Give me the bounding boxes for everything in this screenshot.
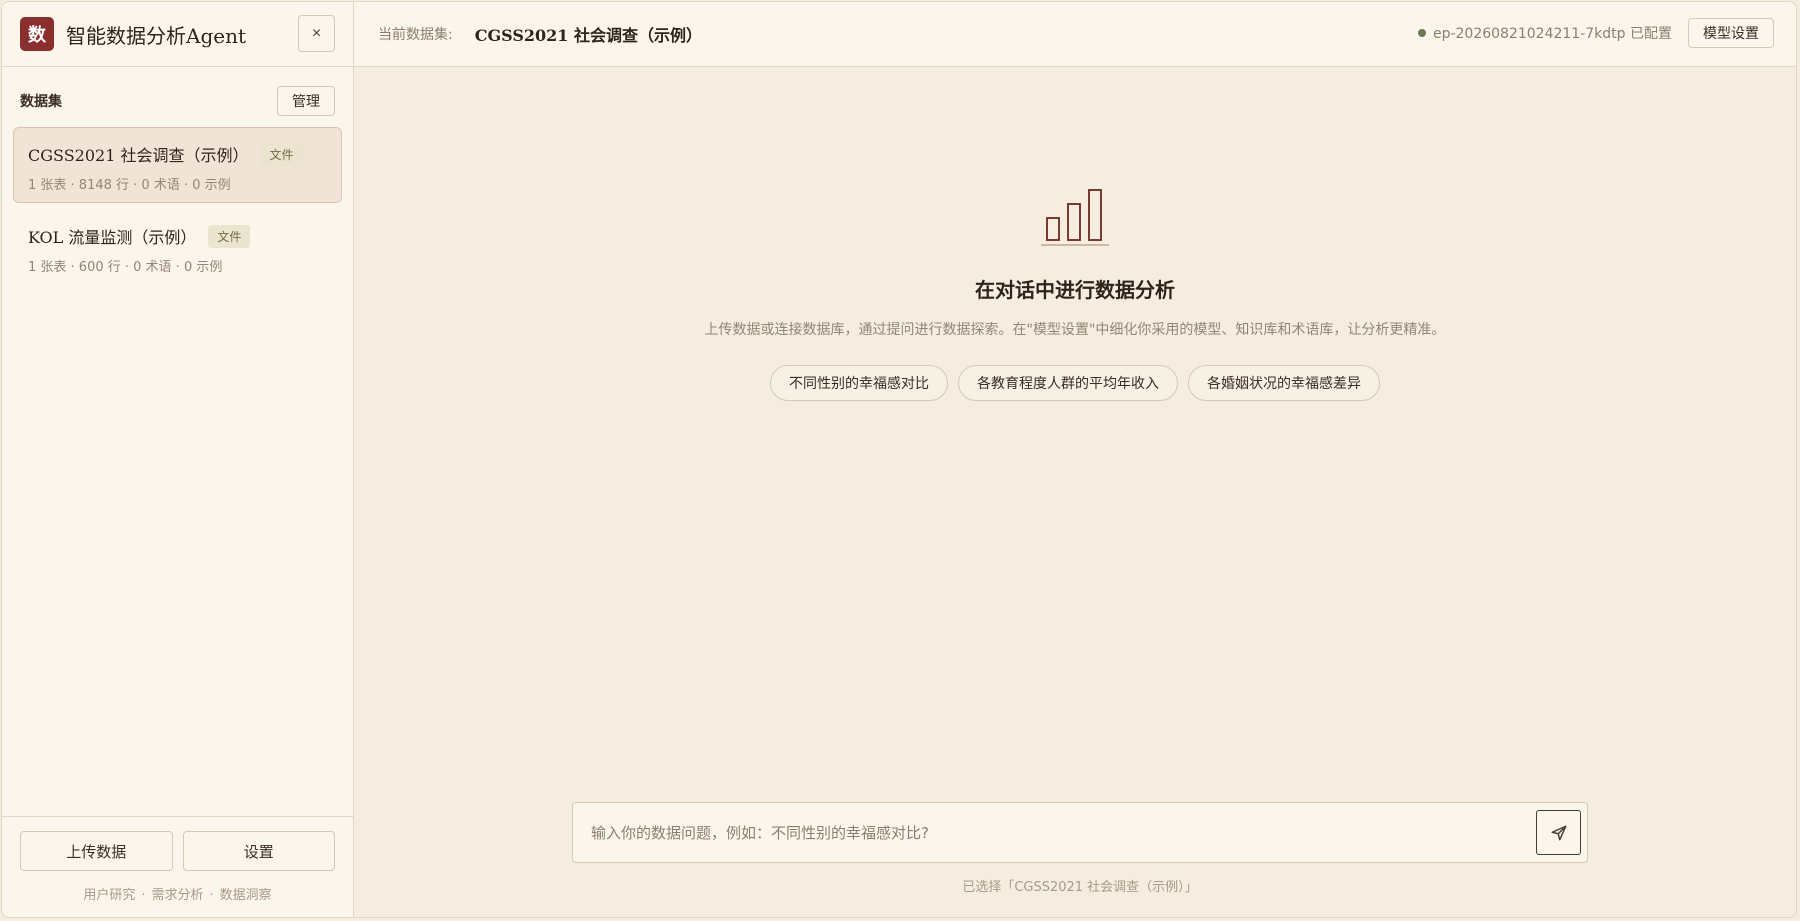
empty-state-title: 在对话中进行数据分析 (975, 278, 1175, 302)
model-status-text: ep-20260821024211-7kdtp 已配置 (1432, 26, 1672, 42)
dataset-type-badge: 文件 (260, 142, 303, 166)
dataset-type-badge: 文件 (208, 224, 251, 248)
app-logo: 数 (20, 17, 54, 51)
dataset-item-kol[interactable]: KOL 流量监测（示例） 文件 1 张表 · 600 行 · 0 术语 · 0 … (13, 209, 342, 285)
suggestion-chip[interactable]: 不同性别的幸福感对比 (770, 365, 948, 401)
model-settings-button[interactable]: 模型设置 (1688, 18, 1774, 48)
tag-requirement-analysis: 需求分析 (151, 888, 204, 903)
current-dataset-name: CGSS2021 社会调查（示例） (474, 26, 702, 45)
dataset-item-header: CGSS2021 社会调查（示例） 文件 (28, 142, 327, 166)
dataset-section-title: 数据集 (20, 94, 62, 110)
dataset-name: CGSS2021 社会调查（示例） (28, 146, 249, 165)
dataset-name: KOL 流量监测（示例） (28, 228, 197, 247)
suggestion-chip[interactable]: 各婚姻状况的幸福感差异 (1188, 365, 1380, 401)
sidebar: 数 智能数据分析Agent × 数据集 管理 CGSS2021 社会调查（示例）… (2, 2, 354, 917)
current-dataset-label: 当前数据集: (378, 27, 453, 43)
top-bar: 当前数据集: CGSS2021 社会调查（示例） ep-202608210242… (354, 2, 1796, 67)
settings-button[interactable]: 设置 (182, 831, 335, 871)
upload-data-button[interactable]: 上传数据 (20, 831, 173, 871)
close-icon: × (311, 24, 322, 42)
selected-dataset-hint: 已选择「CGSS2021 社会调查（示例）」 (962, 880, 1198, 895)
dataset-section-header: 数据集 管理 (2, 86, 353, 116)
dataset-item-cgss2021[interactable]: CGSS2021 社会调查（示例） 文件 1 张表 · 8148 行 · 0 术… (13, 127, 342, 203)
sidebar-header: 数 智能数据分析Agent × (2, 2, 353, 67)
question-input[interactable] (591, 823, 1536, 842)
suggestion-chips: 不同性别的幸福感对比 各教育程度人群的平均年收入 各婚姻状况的幸福感差异 (354, 365, 1796, 401)
send-button[interactable] (1536, 810, 1581, 855)
sidebar-footer-buttons: 上传数据 设置 (2, 817, 353, 871)
status-dot-icon (1417, 29, 1426, 37)
tag-separator: · (209, 888, 214, 903)
tag-data-insight: 数据洞察 (219, 888, 272, 903)
dataset-meta: 1 张表 · 600 行 · 0 术语 · 0 示例 (28, 260, 223, 275)
empty-state-description: 上传数据或连接数据库，通过提问进行数据探索。在"模型设置"中细化你采用的模型、知… (704, 322, 1446, 338)
close-sidebar-button[interactable]: × (298, 15, 335, 52)
main-panel: 当前数据集: CGSS2021 社会调查（示例） ep-202608210242… (354, 2, 1796, 917)
manage-datasets-button[interactable]: 管理 (277, 86, 335, 116)
empty-state: 在对话中进行数据分析 上传数据或连接数据库，通过提问进行数据探索。在"模型设置"… (354, 188, 1796, 401)
model-status-area: ep-20260821024211-7kdtp 已配置 模型设置 (1417, 18, 1774, 48)
tag-separator: · (141, 888, 146, 903)
send-icon (1551, 825, 1566, 840)
sidebar-footer: 上传数据 设置 用户研究 · 需求分析 · 数据洞察 (2, 816, 353, 917)
tag-user-research: 用户研究 (83, 888, 136, 903)
dataset-meta: 1 张表 · 8148 行 · 0 术语 · 0 示例 (28, 178, 231, 193)
app-window: 数 智能数据分析Agent × 数据集 管理 CGSS2021 社会调查（示例）… (1, 1, 1797, 918)
dataset-list: CGSS2021 社会调查（示例） 文件 1 张表 · 8148 行 · 0 术… (2, 127, 353, 291)
suggestion-chip[interactable]: 各教育程度人群的平均年收入 (958, 365, 1178, 401)
chat-composer (572, 802, 1588, 863)
sidebar-tags: 用户研究 · 需求分析 · 数据洞察 (2, 884, 353, 903)
app-title: 智能数据分析Agent (66, 23, 246, 48)
dataset-item-header: KOL 流量监测（示例） 文件 (28, 224, 327, 248)
bar-chart-icon (1041, 189, 1109, 246)
